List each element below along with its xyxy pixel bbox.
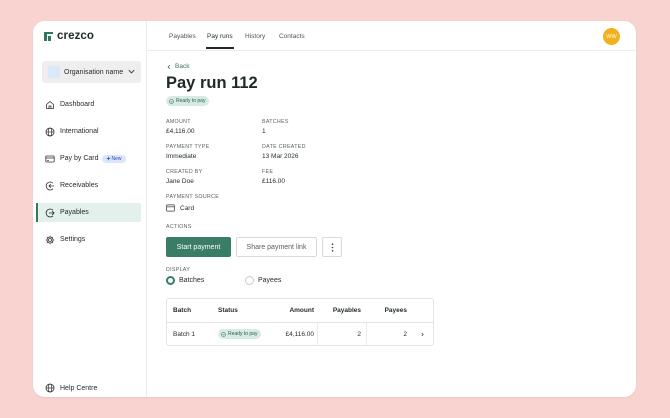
sidebar-item-settings[interactable]: Settings	[38, 230, 142, 249]
status-badge-label: Ready to pay	[176, 98, 206, 104]
created-by-label: CREATED BY	[166, 169, 203, 175]
display-option-label: Batches	[179, 277, 205, 284]
sidebar-item-label: International	[60, 128, 99, 135]
new-badge: New	[101, 154, 126, 163]
payment-source: Card	[166, 204, 194, 212]
amount-value: £4,116.00	[166, 128, 195, 135]
payment-source-value: Card	[180, 204, 195, 212]
table-header: Batch Status Amount Payables Payees	[167, 299, 433, 323]
organisation-name: Organisation name	[64, 68, 124, 76]
help-centre-link[interactable]: Help Centre	[45, 383, 97, 393]
cell-amount: £4,116.00	[285, 331, 314, 338]
fee-label: FEE	[262, 169, 274, 175]
chevron-right-icon[interactable]	[420, 332, 425, 337]
batches-label: BATCHES	[262, 119, 289, 125]
card-icon	[166, 204, 175, 212]
payment-type-value: Immediate	[166, 153, 197, 160]
sidebar-item-payables[interactable]: Payables	[36, 203, 141, 222]
card-icon	[45, 155, 55, 162]
sidebar-item-dashboard[interactable]: Dashboard	[38, 95, 142, 114]
sidebar-item-label: Payables	[60, 209, 89, 216]
cell-payees: 2	[403, 331, 407, 338]
back-label: Back	[175, 63, 190, 70]
fee-value: £116.00	[262, 178, 286, 185]
display-option-batches[interactable]: Batches	[166, 276, 204, 285]
gear-icon	[45, 235, 55, 244]
home-icon	[46, 100, 54, 109]
column-header-batch: Batch	[173, 307, 192, 314]
status-badge: Ready to pay	[166, 96, 210, 106]
organisation-selector[interactable]: Organisation name	[42, 61, 141, 83]
status-badge-label: Ready to pay	[228, 331, 258, 337]
app-window: crezco Organisation name Dashboard Inter…	[33, 21, 636, 397]
chevron-left-icon	[167, 64, 171, 69]
help-centre-label: Help Centre	[60, 384, 98, 392]
sidebar-item-international[interactable]: International	[38, 122, 142, 141]
display-option-payees[interactable]: Payees	[245, 276, 281, 285]
page-title: Pay run 112	[166, 74, 258, 92]
radio-selected[interactable]	[166, 276, 175, 285]
sidebar-item-receivables[interactable]: Receivables	[38, 176, 142, 195]
back-link[interactable]: Back	[166, 63, 189, 70]
new-badge-label: New	[111, 155, 122, 162]
sparkle-icon	[105, 156, 111, 161]
more-actions-button[interactable]	[322, 237, 342, 257]
column-divider	[366, 323, 367, 345]
start-payment-button[interactable]: Start payment	[166, 237, 231, 257]
organisation-logo	[48, 66, 60, 78]
column-divider	[317, 323, 318, 345]
date-created-label: DATE CREATED	[262, 144, 306, 150]
globe-icon	[45, 383, 55, 393]
column-header-amount: Amount	[289, 307, 314, 314]
check-circle-icon	[221, 331, 226, 337]
crezco-logo-icon	[44, 31, 53, 41]
sidebar-item-label: Receivables	[60, 182, 99, 189]
arrow-out-icon	[45, 208, 55, 217]
payment-source-label: PAYMENT SOURCE	[166, 194, 220, 200]
sidebar-item-label: Settings	[60, 236, 86, 243]
column-header-payees: Payees	[384, 307, 407, 314]
sidebar-nav: Dashboard International Pay by Card New …	[33, 95, 146, 257]
column-header-status: Status	[218, 307, 238, 314]
display-label: DISPLAY	[166, 267, 191, 273]
check-circle-icon	[169, 98, 174, 104]
sidebar-item-label: Dashboard	[60, 101, 95, 108]
chevron-down-icon	[128, 69, 135, 74]
globe-icon	[45, 127, 55, 136]
cell-batch: Batch 1	[173, 331, 196, 338]
more-vertical-icon	[331, 242, 333, 252]
brand-logo[interactable]: crezco	[44, 30, 94, 42]
display-option-label: Payees	[258, 277, 282, 284]
actions-label: ACTIONS	[166, 224, 192, 230]
table-row[interactable]: Batch 1 Ready to pay £4,116.00 2 2	[167, 323, 433, 345]
sidebar: crezco Organisation name Dashboard Inter…	[33, 21, 147, 397]
payment-type-label: PAYMENT TYPE	[166, 144, 210, 150]
status-badge: Ready to pay	[218, 329, 262, 339]
cell-payables: 2	[357, 331, 361, 338]
amount-label: AMOUNT	[166, 119, 191, 125]
share-payment-link-button[interactable]: Share payment link	[236, 237, 317, 257]
date-created-value: 13 Mar 2026	[262, 153, 299, 160]
sidebar-item-pay-by-card[interactable]: Pay by Card New	[38, 149, 142, 168]
batches-table: Batch Status Amount Payables Payees Batc…	[166, 298, 434, 346]
main-content: Back Pay run 112 Ready to pay AMOUNT £4,…	[166, 21, 636, 397]
brand-name: crezco	[57, 30, 95, 42]
column-header-payables: Payables	[332, 307, 361, 314]
created-by-value: Jane Doe	[166, 178, 194, 185]
radio-unselected[interactable]	[245, 276, 254, 285]
batches-value: 1	[262, 128, 266, 135]
sidebar-item-label: Pay by Card	[60, 155, 99, 162]
arrow-in-icon	[45, 181, 54, 190]
